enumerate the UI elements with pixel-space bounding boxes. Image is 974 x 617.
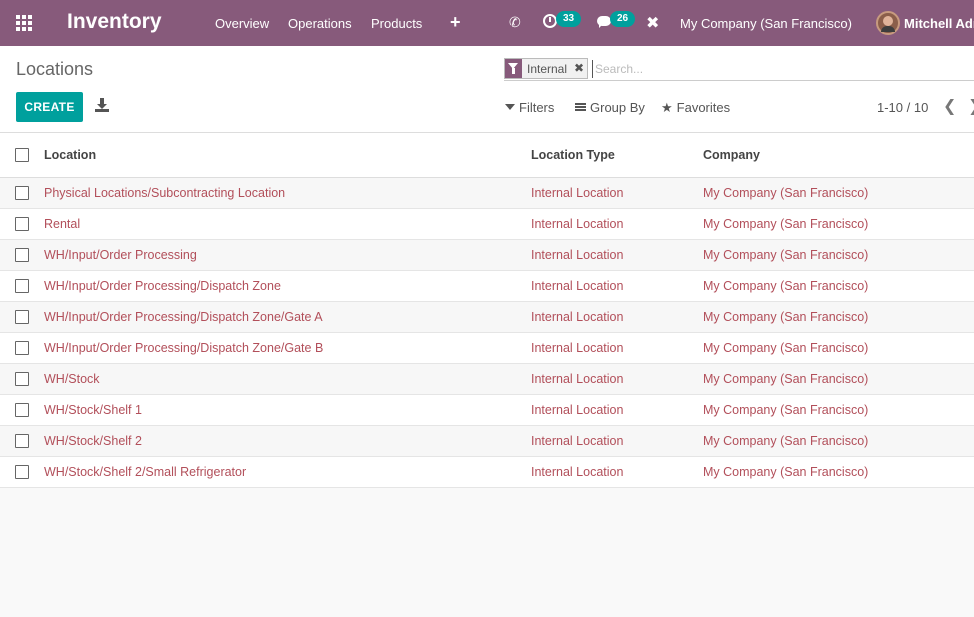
company-cell[interactable]: My Company (San Francisco) — [703, 372, 868, 386]
user-menu[interactable]: Mitchell Adr — [904, 16, 974, 31]
phone-icon[interactable]: ✆ — [509, 14, 521, 31]
pager-next-icon[interactable]: ❯ — [968, 96, 974, 116]
message-count-badge: 26 — [610, 11, 636, 27]
row-checkbox[interactable] — [15, 372, 29, 386]
top-navbar: Inventory Overview Operations Products +… — [0, 0, 974, 46]
filters-label: Filters — [519, 100, 555, 115]
menu-operations[interactable]: Operations — [288, 16, 352, 31]
table-row[interactable]: WH/Input/Order Processing Internal Locati… — [0, 240, 974, 271]
table-row[interactable]: WH/Stock/Shelf 2/Small Refrigerator Inter… — [0, 457, 974, 488]
row-checkbox[interactable] — [15, 341, 29, 355]
table-row[interactable]: WH/Stock/Shelf 1 Internal Location My Comp… — [0, 395, 974, 426]
favorites-button[interactable]: ★ Favorites — [661, 100, 730, 116]
location-cell[interactable]: WH/Stock/Shelf 2/Small Refrigerator — [44, 465, 246, 479]
location-cell[interactable]: WH/Stock/Shelf 1 — [44, 403, 142, 417]
table-header: Location Location Type Company — [0, 133, 974, 178]
table-row[interactable]: WH/Input/Order Processing/Dispatch Zone/… — [0, 333, 974, 364]
company-cell[interactable]: My Company (San Francisco) — [703, 279, 868, 293]
table-row[interactable]: Physical Locations/Subcontracting Locati… — [0, 178, 974, 209]
location-type-cell[interactable]: Internal Location — [531, 403, 623, 417]
table-row[interactable]: Rental Internal Location My Company (San F… — [0, 209, 974, 240]
locations-table: Location Location Type Company Physical … — [0, 133, 974, 488]
column-header-location-type[interactable]: Location Type — [531, 148, 615, 162]
location-type-cell[interactable]: Internal Location — [531, 372, 623, 386]
table-row[interactable]: WH/Input/Order Processing/Dispatch Zone/… — [0, 302, 974, 333]
location-cell[interactable]: WH/Input/Order Processing/Dispatch Zone — [44, 279, 281, 293]
location-cell[interactable]: Rental — [44, 217, 80, 231]
select-all-checkbox[interactable] — [15, 148, 29, 162]
search-input[interactable] — [592, 60, 972, 78]
location-type-cell[interactable]: Internal Location — [531, 341, 623, 355]
company-cell[interactable]: My Company (San Francisco) — [703, 465, 868, 479]
company-cell[interactable]: My Company (San Francisco) — [703, 341, 868, 355]
create-button[interactable]: CREATE — [16, 92, 83, 122]
row-checkbox[interactable] — [15, 217, 29, 231]
favorites-label: Favorites — [676, 100, 731, 115]
pager-previous-icon[interactable]: ❮ — [943, 96, 956, 116]
location-type-cell[interactable]: Internal Location — [531, 310, 623, 324]
menu-overview[interactable]: Overview — [215, 16, 269, 31]
search-bar: Internal ✖ — [504, 56, 974, 81]
location-type-cell[interactable]: Internal Location — [531, 186, 623, 200]
pager-value[interactable]: 1-10 / 10 — [877, 100, 928, 115]
menu-products[interactable]: Products — [371, 16, 422, 31]
page-title[interactable]: Locations — [16, 59, 93, 80]
location-type-cell[interactable]: Internal Location — [531, 279, 623, 293]
row-checkbox[interactable] — [15, 434, 29, 448]
location-cell[interactable]: WH/Input/Order Processing/Dispatch Zone/… — [44, 310, 323, 324]
row-checkbox[interactable] — [15, 279, 29, 293]
group-by-label: Group By — [590, 100, 645, 115]
row-checkbox[interactable] — [15, 403, 29, 417]
messages-chat-icon[interactable] — [597, 16, 611, 28]
filter-facet-icon — [505, 59, 522, 78]
row-checkbox[interactable] — [15, 310, 29, 324]
location-cell[interactable]: WH/Input/Order Processing — [44, 248, 197, 262]
table-row[interactable]: WH/Stock Internal Location My Company (San… — [0, 364, 974, 395]
company-cell[interactable]: My Company (San Francisco) — [703, 248, 868, 262]
location-type-cell[interactable]: Internal Location — [531, 434, 623, 448]
column-header-company[interactable]: Company — [703, 148, 760, 162]
company-cell[interactable]: My Company (San Francisco) — [703, 403, 868, 417]
company-switcher[interactable]: My Company (San Francisco) — [680, 16, 852, 31]
apps-menu-icon[interactable] — [16, 15, 34, 31]
remove-facet-icon[interactable]: ✖ — [574, 61, 584, 75]
row-checkbox[interactable] — [15, 248, 29, 262]
funnel-icon — [505, 104, 515, 110]
company-cell[interactable]: My Company (San Francisco) — [703, 217, 868, 231]
location-cell[interactable]: WH/Stock/Shelf 2 — [44, 434, 142, 448]
table-row[interactable]: WH/Stock/Shelf 2 Internal Location My Comp… — [0, 426, 974, 457]
app-name[interactable]: Inventory — [67, 10, 162, 34]
location-type-cell[interactable]: Internal Location — [531, 248, 623, 262]
user-avatar[interactable] — [876, 11, 900, 35]
bars-icon — [575, 103, 586, 111]
activity-count-badge: 33 — [556, 11, 582, 27]
search-facet-internal[interactable]: Internal ✖ — [504, 58, 588, 79]
star-icon: ★ — [661, 100, 673, 115]
download-export-icon[interactable] — [95, 98, 109, 112]
table-row[interactable]: WH/Input/Order Processing/Dispatch Zone I… — [0, 271, 974, 302]
row-checkbox[interactable] — [15, 465, 29, 479]
row-checkbox[interactable] — [15, 186, 29, 200]
location-type-cell[interactable]: Internal Location — [531, 217, 623, 231]
debug-tools-icon[interactable]: ✖ — [646, 13, 659, 33]
facet-label: Internal — [527, 62, 568, 76]
control-panel: Locations CREATE Internal ✖ Filters Grou… — [0, 46, 974, 133]
location-cell[interactable]: Physical Locations/Subcontracting Locati… — [44, 186, 285, 200]
company-cell[interactable]: My Company (San Francisco) — [703, 434, 868, 448]
column-header-location[interactable]: Location — [44, 148, 96, 162]
quick-create-plus-icon[interactable]: + — [450, 12, 461, 33]
table-body: Physical Locations/Subcontracting Locati… — [0, 178, 974, 488]
company-cell[interactable]: My Company (San Francisco) — [703, 186, 868, 200]
location-cell[interactable]: WH/Input/Order Processing/Dispatch Zone/… — [44, 341, 323, 355]
location-cell[interactable]: WH/Stock — [44, 372, 100, 386]
group-by-button[interactable]: Group By — [575, 100, 645, 115]
activity-clock-icon[interactable] — [543, 14, 557, 28]
company-cell[interactable]: My Company (San Francisco) — [703, 310, 868, 324]
location-type-cell[interactable]: Internal Location — [531, 465, 623, 479]
filters-button[interactable]: Filters — [505, 100, 554, 115]
